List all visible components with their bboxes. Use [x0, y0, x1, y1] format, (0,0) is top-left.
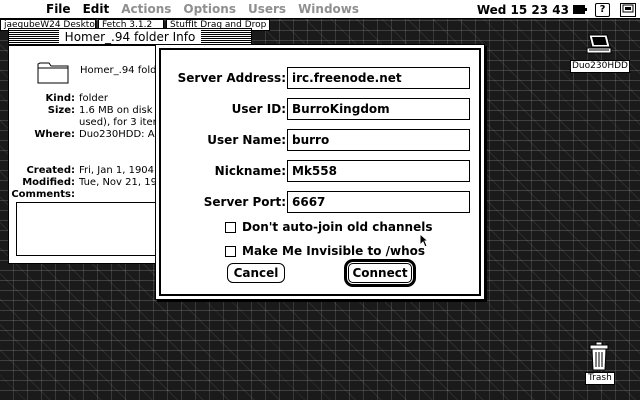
menu-actions[interactable]: Actions: [115, 2, 177, 16]
invisible-checkbox[interactable]: Make Me Invisible to /whos: [225, 244, 425, 258]
user-name-label: User Name:: [207, 133, 286, 147]
user-id-label: User ID:: [231, 102, 286, 116]
size-row-2: used), for 3 item: [79, 117, 162, 128]
comments-label: Comments:: [11, 189, 75, 200]
powerbook-disk-icon[interactable]: [585, 33, 613, 59]
created-label: Created:: [26, 165, 75, 176]
disk-label[interactable]: Duo230HDD: [570, 60, 630, 73]
info-window-title: Homer_.94 folder Info: [58, 30, 202, 44]
menu-file[interactable]: File: [40, 2, 77, 16]
nickname-field[interactable]: Mk558: [287, 160, 470, 182]
menu-edit[interactable]: Edit: [77, 2, 116, 16]
cancel-button[interactable]: Cancel: [227, 263, 285, 283]
menu-users[interactable]: Users: [242, 2, 292, 16]
arrow-cursor-icon: [419, 233, 429, 248]
modified-row: Modified: Tue, Nov 21, 19: [9, 177, 157, 188]
autojoin-checkbox[interactable]: Don't auto-join old channels: [225, 220, 433, 234]
user-name-field[interactable]: burro: [287, 129, 470, 151]
menubar-clock: Wed 15 23 43: [476, 2, 569, 17]
created-row: Created: Fri, Jan 1, 1904: [9, 165, 154, 176]
kind-row: Kind: folder: [9, 93, 108, 104]
kind-value: folder: [79, 93, 109, 104]
where-value: Duo230HDD: App: [79, 129, 168, 140]
modified-label: Modified:: [22, 177, 75, 188]
connect-button[interactable]: Connect: [344, 259, 416, 287]
nickname-label: Nickname:: [214, 164, 286, 178]
modified-value: Tue, Nov 21, 19: [79, 177, 157, 188]
invisible-checkbox-label[interactable]: Make Me Invisible to /whos: [242, 244, 425, 258]
server-address-field[interactable]: irc.freenode.net: [287, 67, 470, 89]
folder-name: Homer_.94 folde: [80, 65, 163, 76]
server-port-field[interactable]: 6667: [287, 191, 470, 213]
connect-button-label[interactable]: Connect: [348, 263, 412, 283]
trash-icon[interactable]: [589, 341, 609, 371]
user-id-field[interactable]: BurroKingdom: [287, 98, 470, 120]
menubar-right: Wed 15 23 43 ?: [476, 0, 640, 18]
size-value-line2: used), for 3 item: [79, 117, 163, 128]
where-row: Where: Duo230HDD: App: [9, 129, 167, 140]
menu-options[interactable]: Options: [177, 2, 242, 16]
folder-icon: [37, 62, 69, 84]
server-address-label: Server Address:: [177, 71, 286, 85]
menu-windows[interactable]: Windows: [292, 2, 365, 16]
size-value-line1: 1.6 MB on disk (: [79, 105, 160, 116]
menu-bar: File Edit Actions Options Users Windows …: [0, 0, 640, 19]
size-row: Size: 1.6 MB on disk (: [9, 105, 160, 116]
application-menu-icon[interactable]: [620, 2, 636, 17]
autojoin-checkbox-label[interactable]: Don't auto-join old channels: [242, 220, 433, 234]
size-label: Size:: [47, 105, 75, 116]
autojoin-checkbox-box[interactable]: [225, 221, 236, 233]
kind-label: Kind:: [45, 93, 75, 104]
where-label: Where:: [34, 129, 75, 140]
trash-label[interactable]: Trash: [585, 372, 615, 385]
server-port-label: Server Port:: [203, 195, 286, 209]
battery-icon: [573, 5, 587, 14]
connect-dialog: Server Address: irc.freenode.net User ID…: [155, 44, 485, 300]
dialog-border: Server Address: irc.freenode.net User ID…: [159, 48, 481, 296]
invisible-checkbox-box[interactable]: [225, 245, 236, 257]
comments-row: Comments:: [9, 189, 79, 200]
help-menu-icon[interactable]: ?: [595, 2, 610, 17]
created-value: Fri, Jan 1, 1904: [79, 165, 155, 176]
